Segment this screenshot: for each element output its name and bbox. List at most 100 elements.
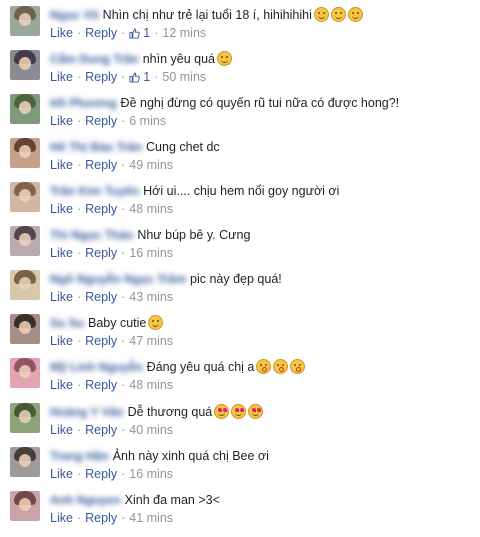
like-link[interactable]: Like xyxy=(50,378,73,392)
commenter-name[interactable]: Trang Hân xyxy=(50,449,109,463)
comment-actions: Like · Reply · 48 mins xyxy=(50,377,173,393)
commenter-name[interactable]: Cẩm Dung Trần xyxy=(50,52,139,66)
commenter-name[interactable]: Hồ Phương xyxy=(50,96,117,110)
timestamp[interactable]: 41 mins xyxy=(129,511,173,525)
reply-link[interactable]: Reply xyxy=(85,467,117,481)
like-link[interactable]: Like xyxy=(50,26,73,40)
commenter-name[interactable]: Anh Nguyen xyxy=(50,493,121,507)
smile-icon xyxy=(148,315,164,331)
commenter-name[interactable]: Ngọc Vũ xyxy=(50,8,99,22)
reply-link[interactable]: Reply xyxy=(85,70,117,84)
reply-link[interactable]: Reply xyxy=(85,246,117,260)
avatar[interactable] xyxy=(10,182,40,212)
separator-dot: · xyxy=(76,467,82,481)
commenter-name[interactable]: Ngô Nguyễn Ngọc Trâm xyxy=(50,272,186,286)
reply-link[interactable]: Reply xyxy=(85,158,117,172)
comment-text: Đề nghị đừng có quyến rũ tui nữa có được… xyxy=(120,96,400,110)
comment-actions: Like · Reply · 1 · 12 mins xyxy=(50,25,206,41)
avatar-face xyxy=(19,410,31,423)
avatar[interactable] xyxy=(10,6,40,36)
commenter-name[interactable]: Trần Kim Tuyền xyxy=(50,184,139,198)
avatar[interactable] xyxy=(10,403,40,433)
timestamp[interactable]: 43 mins xyxy=(129,290,173,304)
timestamp[interactable]: 6 mins xyxy=(129,114,166,128)
timestamp[interactable]: 50 mins xyxy=(162,70,206,84)
comment-body: Thi Ngọc Thảo Như búp bê y. Cưng xyxy=(50,226,250,244)
timestamp[interactable]: 16 mins xyxy=(129,467,173,481)
comment-item: Hoàng Y Vân Dễ thương quá Like · Reply ·… xyxy=(0,397,480,441)
reply-link[interactable]: Reply xyxy=(85,290,117,304)
timestamp[interactable]: 40 mins xyxy=(129,423,173,437)
like-link[interactable]: Like xyxy=(50,70,73,84)
reply-link[interactable]: Reply xyxy=(85,511,117,525)
separator-dot: · xyxy=(121,114,126,128)
comment-actions: Like · Reply · 49 mins xyxy=(50,157,173,173)
timestamp[interactable]: 12 mins xyxy=(162,26,206,40)
comment-text: Như búp bê y. Cưng xyxy=(137,228,251,242)
reply-link[interactable]: Reply xyxy=(85,114,117,128)
avatar[interactable] xyxy=(10,314,40,344)
avatar[interactable] xyxy=(10,50,40,80)
comment-item: Ngọc Vũ Nhìn chị như trẻ lại tuổi 18 í, … xyxy=(0,0,480,44)
like-link[interactable]: Like xyxy=(50,511,73,525)
commenter-name[interactable]: Su Su xyxy=(50,316,84,330)
comment-text: Xinh đa man >3< xyxy=(124,493,220,507)
like-count[interactable]: 1 xyxy=(129,70,150,84)
avatar[interactable] xyxy=(10,226,40,256)
avatar-face xyxy=(19,321,31,334)
separator-dot: · xyxy=(76,511,82,525)
like-link[interactable]: Like xyxy=(50,158,73,172)
avatar-face xyxy=(19,13,31,26)
comment-body: Su Su Baby cutie xyxy=(50,314,164,332)
comment-actions: Like · Reply · 6 mins xyxy=(50,113,166,129)
like-link[interactable]: Like xyxy=(50,290,73,304)
comment-item: Su Su Baby cutie Like · Reply · 47 mins xyxy=(0,308,480,352)
avatar[interactable] xyxy=(10,358,40,388)
timestamp[interactable]: 48 mins xyxy=(129,202,173,216)
separator-dot: · xyxy=(76,423,82,437)
reply-link[interactable]: Reply xyxy=(85,202,117,216)
avatar[interactable] xyxy=(10,270,40,300)
avatar[interactable] xyxy=(10,447,40,477)
reply-link[interactable]: Reply xyxy=(85,378,117,392)
comment-text: Baby cutie xyxy=(88,316,147,330)
timestamp[interactable]: 49 mins xyxy=(129,158,173,172)
comment-text: Cung chet dc xyxy=(146,140,220,154)
comment-body: Hồ Thị Bảo Trân Cung chet dc xyxy=(50,138,220,156)
like-link[interactable]: Like xyxy=(50,423,73,437)
separator-dot: · xyxy=(121,511,126,525)
kiss-icon xyxy=(256,359,272,375)
like-count[interactable]: 1 xyxy=(129,26,150,40)
avatar-face xyxy=(19,101,31,114)
avatar[interactable] xyxy=(10,138,40,168)
separator-dot: · xyxy=(76,334,82,348)
commenter-name[interactable]: Thi Ngọc Thảo xyxy=(50,228,133,242)
reply-link[interactable]: Reply xyxy=(85,423,117,437)
commenter-name[interactable]: Hồ Thị Bảo Trân xyxy=(50,140,142,154)
like-link[interactable]: Like xyxy=(50,246,73,260)
timestamp[interactable]: 47 mins xyxy=(129,334,173,348)
comment-actions: Like · Reply · 41 mins xyxy=(50,510,173,526)
smile-icon xyxy=(216,51,232,67)
like-link[interactable]: Like xyxy=(50,334,73,348)
separator-dot: · xyxy=(76,70,82,84)
timestamp[interactable]: 48 mins xyxy=(129,378,173,392)
reply-link[interactable]: Reply xyxy=(85,26,117,40)
avatar[interactable] xyxy=(10,94,40,124)
like-link[interactable]: Like xyxy=(50,467,73,481)
comment-actions: Like · Reply · 16 mins xyxy=(50,466,173,482)
reply-link[interactable]: Reply xyxy=(85,334,117,348)
avatar[interactable] xyxy=(10,491,40,521)
avatar-face xyxy=(19,233,31,246)
comment-text: Hới ui.... chịu hem nổi goy người ơi xyxy=(143,184,340,198)
comment-actions: Like · Reply · 43 mins xyxy=(50,289,173,305)
commenter-name[interactable]: Hoàng Y Vân xyxy=(50,405,124,419)
kiss-icon xyxy=(290,359,306,375)
emoji-group xyxy=(215,50,232,68)
comment-body: Hoàng Y Vân Dễ thương quá xyxy=(50,403,264,421)
commenter-name[interactable]: Mỹ Linh Nguyễn xyxy=(50,360,143,374)
like-link[interactable]: Like xyxy=(50,114,73,128)
timestamp[interactable]: 16 mins xyxy=(129,246,173,260)
like-link[interactable]: Like xyxy=(50,202,73,216)
separator-dot: · xyxy=(121,467,126,481)
